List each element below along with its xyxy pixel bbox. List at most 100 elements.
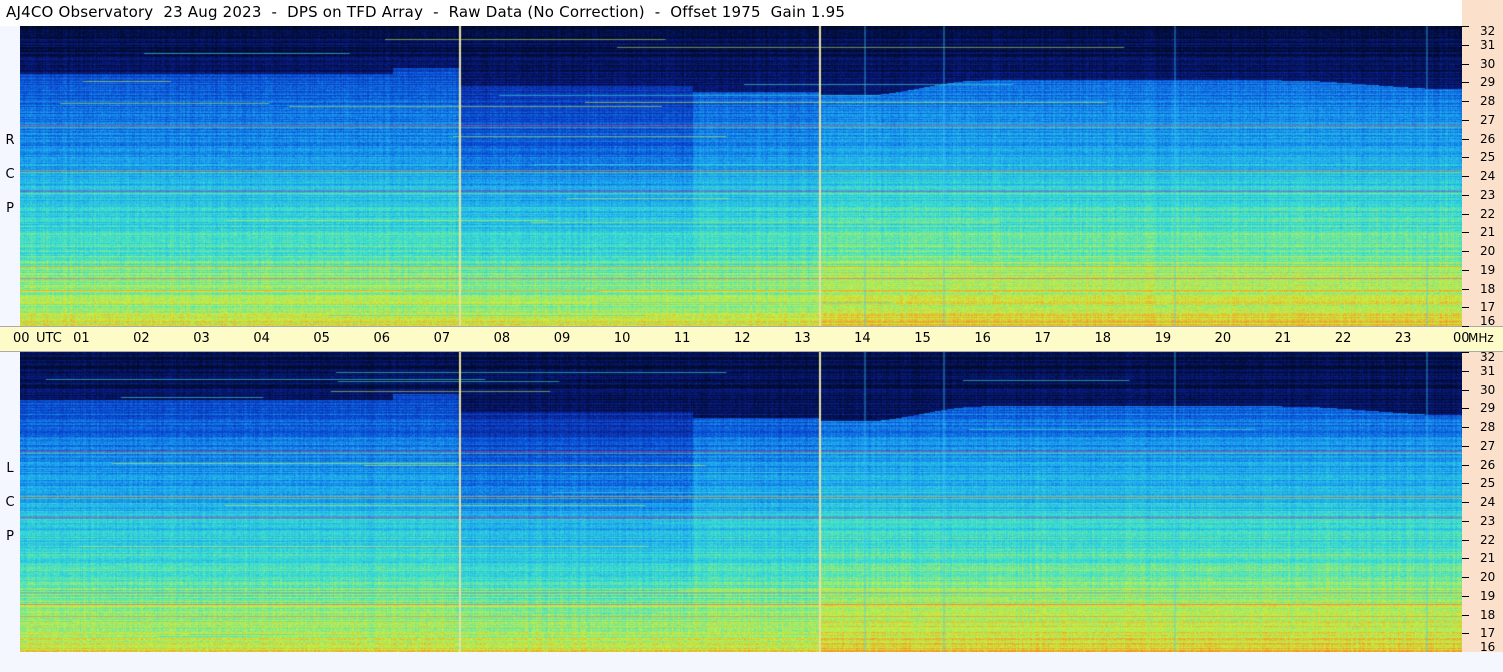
frequency-tick <box>1462 326 1469 327</box>
frequency-tick <box>1462 119 1469 121</box>
frequency-tick-label: 25 <box>1480 476 1496 491</box>
utc-tick-label: 05 <box>313 331 330 346</box>
frequency-tick <box>1462 464 1469 466</box>
frequency-tick-label: 20 <box>1480 244 1496 258</box>
mhz-unit-label: MHz <box>1468 331 1494 345</box>
frequency-tick <box>1462 577 1469 578</box>
rcp-label-p: P <box>6 201 14 216</box>
frequency-tick-label: 27 <box>1480 438 1496 453</box>
utc-tick-label: 17 <box>1034 331 1051 346</box>
frequency-tick-label: 23 <box>1480 513 1496 528</box>
utc-tick-label: 01 <box>73 331 90 346</box>
lcp-label-c: C <box>5 495 15 510</box>
rcp-spectrogram <box>20 26 1462 326</box>
frequency-tick <box>1462 389 1469 391</box>
utc-tick-label: 03 <box>193 331 210 346</box>
utc-tick-label: 09 <box>553 331 571 346</box>
frequency-tick-label: 26 <box>1480 457 1496 472</box>
frequency-tick <box>1462 520 1469 522</box>
frequency-tick <box>1462 44 1469 46</box>
utc-tick-label: 14 <box>854 331 871 346</box>
lcp-spectrogram <box>20 352 1462 652</box>
frequency-tick-label: 30 <box>1480 56 1496 71</box>
lcp-label-l: L <box>6 461 14 476</box>
frequency-tick-label: 31 <box>1480 363 1496 378</box>
frequency-tick <box>1462 194 1469 196</box>
utc-tick-label: 23 <box>1394 331 1412 346</box>
corner-pad <box>1462 0 1503 26</box>
utc-tick-label: 11 <box>673 331 691 346</box>
frequency-tick-label: 17 <box>1480 626 1496 641</box>
frequency-tick-label: 30 <box>1480 382 1496 397</box>
frequency-tick-label: 32 <box>1480 350 1496 364</box>
frequency-tick <box>1462 26 1469 27</box>
spectrogram-window: AJ4CO Observatory 23 Aug 2023 - DPS on T… <box>0 0 1503 672</box>
frequency-tick-label: 26 <box>1480 131 1496 146</box>
frequency-tick-label: 22 <box>1480 206 1496 221</box>
utc-tick-label: 18 <box>1094 331 1112 346</box>
rcp-label-c: C <box>5 167 15 182</box>
frequency-tick-label: 28 <box>1480 420 1496 434</box>
frequency-tick <box>1462 539 1469 541</box>
frequency-tick-label: 24 <box>1480 495 1496 509</box>
utc-tick-label: 00 <box>13 331 30 346</box>
frequency-tick <box>1462 269 1469 271</box>
utc-tick-label: 08 <box>493 331 511 346</box>
utc-tick-label: 07 <box>433 331 451 346</box>
frequency-tick-label: 21 <box>1480 225 1496 240</box>
frequency-tick-label: 28 <box>1480 94 1496 108</box>
frequency-tick <box>1462 82 1469 84</box>
utc-tick-label: 06 <box>373 331 391 346</box>
utc-tick-label: 20 <box>1214 331 1232 346</box>
frequency-tick <box>1462 370 1469 372</box>
frequency-tick-label: 27 <box>1480 112 1496 127</box>
lcp-label-p: P <box>6 529 14 544</box>
title-bar: AJ4CO Observatory 23 Aug 2023 - DPS on T… <box>0 0 1462 27</box>
frequency-tick <box>1462 408 1469 410</box>
utc-tick-label: 21 <box>1274 331 1292 346</box>
frequency-tick <box>1462 483 1469 485</box>
utc-tick-label: 15 <box>914 331 931 346</box>
frequency-tick <box>1462 138 1469 140</box>
utc-tick-label: 22 <box>1334 331 1352 346</box>
frequency-tick <box>1462 232 1469 234</box>
frequency-tick <box>1462 288 1469 290</box>
lcp-frequency-axis: 32 31 30 29 28 27 26 25 24 23 22 21 20 19 18 17 16 <box>1462 350 1503 653</box>
frequency-tick-label: 16 <box>1480 314 1496 328</box>
frequency-tick <box>1462 502 1469 503</box>
lcp-heatmap-canvas <box>20 352 1462 652</box>
frequency-tick <box>1462 63 1469 65</box>
frequency-tick <box>1462 558 1469 560</box>
bottom-margin <box>0 652 1503 672</box>
frequency-tick <box>1462 157 1469 159</box>
frequency-tick-label: 29 <box>1480 75 1496 90</box>
utc-tick-label: 19 <box>1154 331 1172 346</box>
utc-tick-label: 16 <box>974 331 991 346</box>
rcp-label-r: R <box>5 133 15 148</box>
rcp-frequency-axis: 32 31 30 29 28 27 26 25 24 23 22 21 20 19 18 17 16 <box>1462 25 1503 328</box>
frequency-tick <box>1462 176 1469 177</box>
rcp-heatmap-canvas <box>20 26 1462 326</box>
frequency-tick <box>1462 427 1469 428</box>
frequency-tick <box>1462 595 1469 597</box>
utc-tick-label: 04 <box>253 331 270 346</box>
utc-tick-label: 10 <box>613 331 631 346</box>
frequency-tick-label: 18 <box>1480 281 1496 296</box>
frequency-tick <box>1462 445 1469 447</box>
frequency-tick-label: 19 <box>1480 262 1496 277</box>
frequency-tick-label: 17 <box>1480 300 1496 315</box>
frequency-tick-label: 25 <box>1480 150 1496 165</box>
utc-tick-label: 13 <box>794 331 811 346</box>
frequency-tick-label: 22 <box>1480 532 1496 547</box>
frequency-tick-label: 19 <box>1480 588 1496 603</box>
frequency-tick-label: 23 <box>1480 187 1496 202</box>
utc-unit-label: UTC <box>36 331 62 346</box>
frequency-tick-label: 18 <box>1480 607 1496 622</box>
frequency-tick-label: 31 <box>1480 37 1496 52</box>
frequency-tick <box>1462 614 1469 616</box>
frequency-tick <box>1462 633 1469 635</box>
frequency-tick-label: 24 <box>1480 169 1496 183</box>
frequency-tick-label: 29 <box>1480 401 1496 416</box>
frequency-tick-label: 21 <box>1480 551 1496 566</box>
frequency-tick <box>1462 307 1469 309</box>
